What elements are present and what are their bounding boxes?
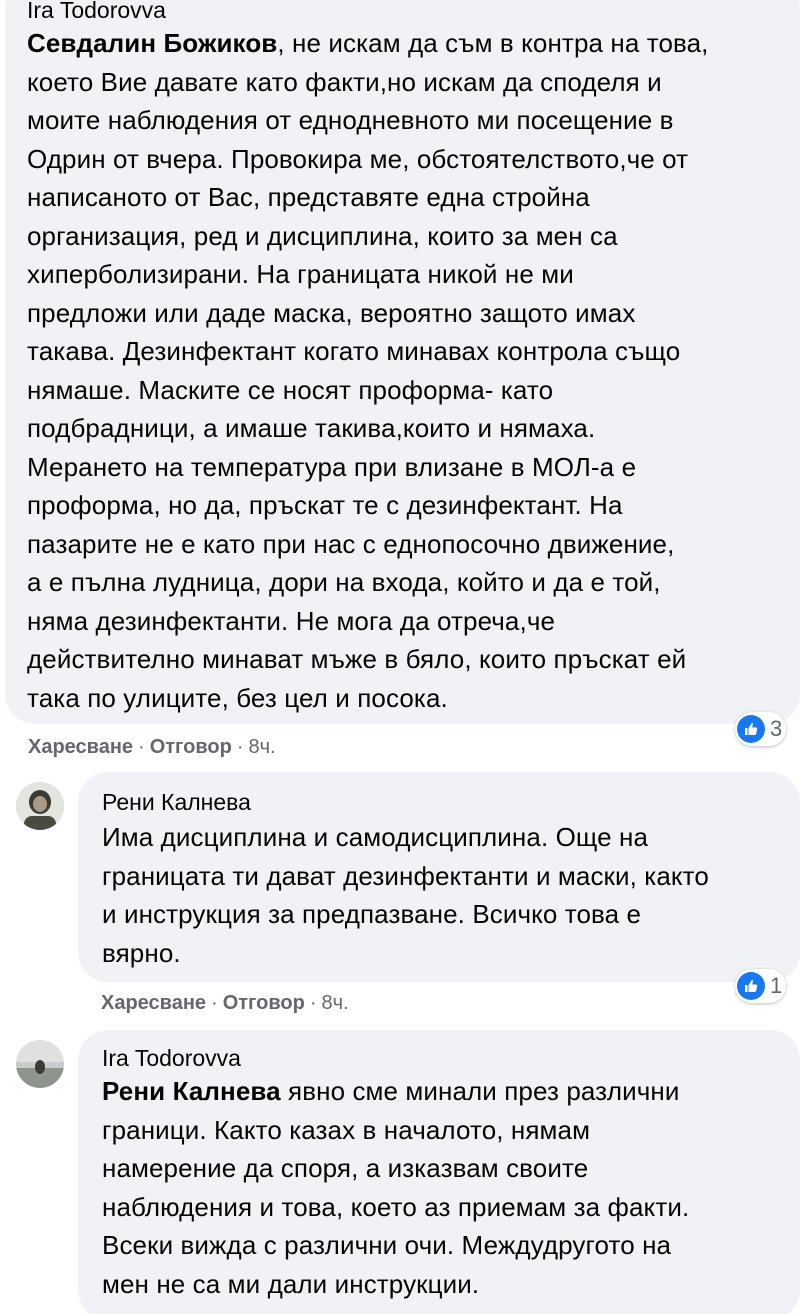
mention-link[interactable]: Рени Калнева xyxy=(102,1076,281,1106)
comment-line: такава. Дезинфектант когато минавах конт… xyxy=(27,336,681,366)
avatar[interactable] xyxy=(16,1040,64,1088)
comment-line: Севдалин Божиков, не искам да съм в конт… xyxy=(27,28,709,58)
reaction-count: 1 xyxy=(770,973,783,998)
comment-line: което Вие давате като факти,но искам да … xyxy=(27,66,662,97)
mention-link[interactable]: Севдалин Божиков xyxy=(27,28,277,58)
reply-link[interactable]: Отговор xyxy=(223,992,305,1014)
comment-line: граници. Както казах в началото, нямам xyxy=(102,1114,591,1145)
separator-dot: · xyxy=(211,992,218,1014)
avatar[interactable] xyxy=(16,782,64,830)
comment-line: хиперболизирани. На границата никой не м… xyxy=(27,259,574,289)
comment-actions: Харесване · Отговор · 8ч. xyxy=(28,735,276,759)
comment-actions: Харесване · Отговор · 8ч. xyxy=(101,991,349,1015)
like-icon xyxy=(737,715,765,743)
comment-bubble: Ira Todorovva Севдалин Божиков, не искам… xyxy=(5,0,800,724)
like-icon xyxy=(737,972,765,1000)
comment-line: действително минават мъже в бяло, които … xyxy=(27,644,687,674)
separator-dot: · xyxy=(309,992,317,1014)
comment-author[interactable]: Рени Калнева xyxy=(102,788,251,816)
comment-line: наблюдения и това, което аз приемам за ф… xyxy=(102,1191,690,1222)
comment-line: границата ти дават дезинфектанти и маски… xyxy=(102,860,709,891)
comment-line: мен не са ми дали инструкции. xyxy=(102,1268,480,1299)
like-link[interactable]: Харесване xyxy=(101,992,206,1014)
like-link[interactable]: Харесване xyxy=(28,736,133,758)
separator-dot: · xyxy=(236,736,244,758)
reaction-badge[interactable]: 3 xyxy=(735,712,787,746)
comment-line: организация, ред и дисциплина, които за … xyxy=(27,220,618,251)
comment-line: подбрадници, а имаше такива,които и няма… xyxy=(27,413,596,443)
comment-line: Има дисциплина и самодисциплина. Още на xyxy=(102,822,649,852)
comment-author[interactable]: Ira Todorovva xyxy=(102,1044,241,1072)
separator-dot: · xyxy=(138,736,145,758)
comment-line: Всеки вижда с различни очи. Междудругото… xyxy=(102,1230,672,1260)
comment-line: моите наблюдения от еднодневното ми посе… xyxy=(27,105,674,135)
reaction-badge[interactable]: 1 xyxy=(735,969,787,1003)
comment-bubble: Ira Todorovva Рени Калнева явно сме мина… xyxy=(78,1030,800,1314)
comment-line: и инструкция за предпазване. Всичко това… xyxy=(102,899,642,929)
comment-line: написаното от Вас, представяте една стро… xyxy=(27,182,590,212)
comment-line: нямаше. Маските се носят проформа- като xyxy=(27,374,554,405)
timestamp[interactable]: 8ч. xyxy=(321,992,348,1014)
comment-line: няма дезинфектанти. Не мога да отреча,че xyxy=(27,605,556,636)
comment-text: Има дисциплина и самодисциплина. Още на … xyxy=(102,818,792,972)
timestamp[interactable]: 8ч. xyxy=(248,736,275,758)
comment-line: а е пълна лудница, дори на входа, който … xyxy=(27,567,661,597)
comment-line: намерение да споря, а изказвам своите xyxy=(102,1153,589,1183)
comment-line: Мерането на температура при влизане в МО… xyxy=(27,451,637,482)
reaction-count: 3 xyxy=(770,716,783,741)
comment-author[interactable]: Ira Todorovva xyxy=(27,0,166,24)
comment-line: проформа, но да, пръскат те с дезинфекта… xyxy=(27,490,623,520)
comment-line: така по улиците, без цел и посока. xyxy=(27,682,448,713)
comment-text: Рени Калнева явно сме минали през различ… xyxy=(102,1072,792,1303)
comment-bubble: Рени Калнева Има дисциплина и самодисцип… xyxy=(78,772,800,982)
comment-line: предложи или даде маска, вероятно защото… xyxy=(27,297,636,328)
comment-line: пазарите не е като при нас с еднопосочно… xyxy=(27,528,675,559)
comment-text: Севдалин Божиков, не искам да съм в конт… xyxy=(27,24,797,717)
comment-line: Рени Калнева явно сме минали през различ… xyxy=(102,1076,680,1106)
comment-line: вярно. xyxy=(102,937,181,968)
reply-link[interactable]: Отговор xyxy=(150,736,232,758)
comment-line: Одрин от вчера. Провокира ме, обстоятелс… xyxy=(27,143,689,174)
